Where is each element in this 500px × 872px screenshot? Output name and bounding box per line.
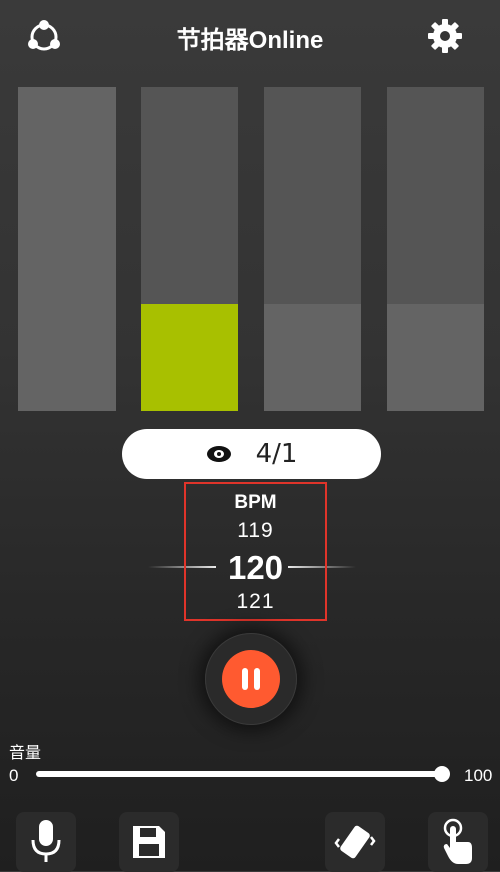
beat-level <box>264 304 361 411</box>
volume-label: 音量 <box>9 745 42 762</box>
eye-icon <box>206 446 231 462</box>
save-icon <box>133 826 165 858</box>
beat-level <box>141 304 238 411</box>
volume-max-label: 100 <box>464 766 493 785</box>
bpm-current-value[interactable]: 120 <box>184 549 327 587</box>
volume-slider-thumb[interactable] <box>434 766 450 782</box>
bpm-next-value[interactable]: 121 <box>184 590 327 614</box>
time-signature-button[interactable]: 4/1 <box>122 429 381 479</box>
tap-tempo-button[interactable] <box>428 812 488 872</box>
bpm-label: BPM <box>234 492 277 513</box>
volume-min-label: 0 <box>9 766 19 785</box>
volume-slider-track[interactable] <box>36 771 442 777</box>
beat-column-3[interactable] <box>264 87 361 411</box>
top-bar: 节拍器Online <box>0 0 500 74</box>
tap-icon <box>443 818 472 864</box>
settings-button[interactable] <box>422 13 468 59</box>
time-signature-value: 4/1 <box>255 439 298 469</box>
pause-icon <box>242 668 260 690</box>
beat-level <box>387 304 484 411</box>
microphone-button[interactable] <box>16 812 76 872</box>
beat-level <box>18 87 116 411</box>
beat-column-1[interactable] <box>18 87 116 411</box>
save-button[interactable] <box>119 812 179 872</box>
vibrate-icon <box>334 825 376 859</box>
beat-column-2[interactable] <box>141 87 238 411</box>
bpm-prev-value[interactable]: 119 <box>184 519 327 543</box>
beat-column-4[interactable] <box>387 87 484 411</box>
gear-icon <box>428 19 462 53</box>
microphone-icon <box>31 820 61 862</box>
vibrate-button[interactable] <box>325 812 385 872</box>
pause-button[interactable] <box>222 650 280 708</box>
